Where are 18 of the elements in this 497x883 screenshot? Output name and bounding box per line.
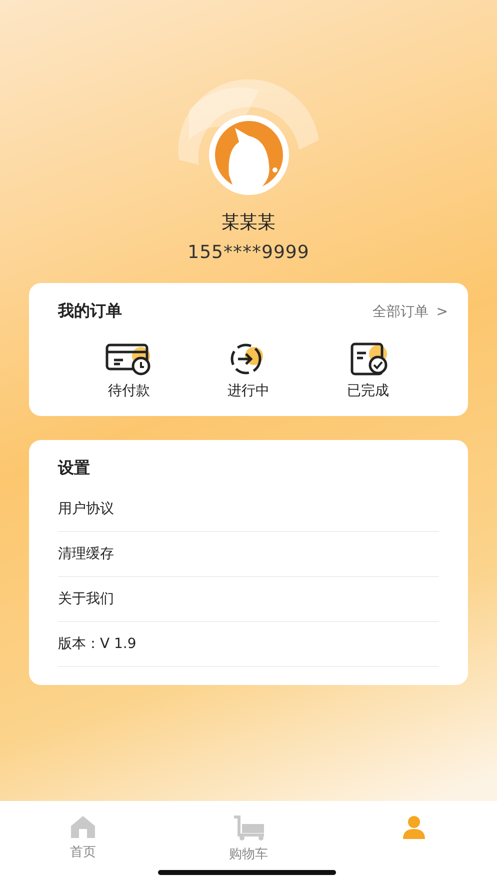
settings-item[interactable]: 版本：V 1.9	[58, 622, 439, 667]
home-icon	[70, 815, 96, 839]
user-icon	[401, 815, 428, 841]
orders-title: 我的订单	[58, 301, 122, 322]
settings-item[interactable]: 清理缓存	[58, 532, 439, 577]
tab-item[interactable]: 首页	[0, 815, 166, 861]
order-status-item[interactable]: 待付款	[88, 342, 169, 400]
order-status-item[interactable]: 进行中	[208, 342, 288, 400]
phone-number: 155****9999	[188, 242, 310, 263]
settings-item[interactable]: 关于我们	[58, 577, 439, 622]
settings-item[interactable]: 用户协议	[58, 487, 439, 532]
tab-item[interactable]: 购物车	[166, 815, 332, 863]
cart-icon	[232, 815, 266, 841]
all-orders-link[interactable]: 全部订单 >	[372, 302, 448, 320]
order-status-item[interactable]: 已完成	[328, 342, 408, 400]
card-clock-icon	[104, 342, 153, 376]
user-name: 某某某	[222, 211, 276, 234]
settings-title: 设置	[58, 458, 91, 479]
